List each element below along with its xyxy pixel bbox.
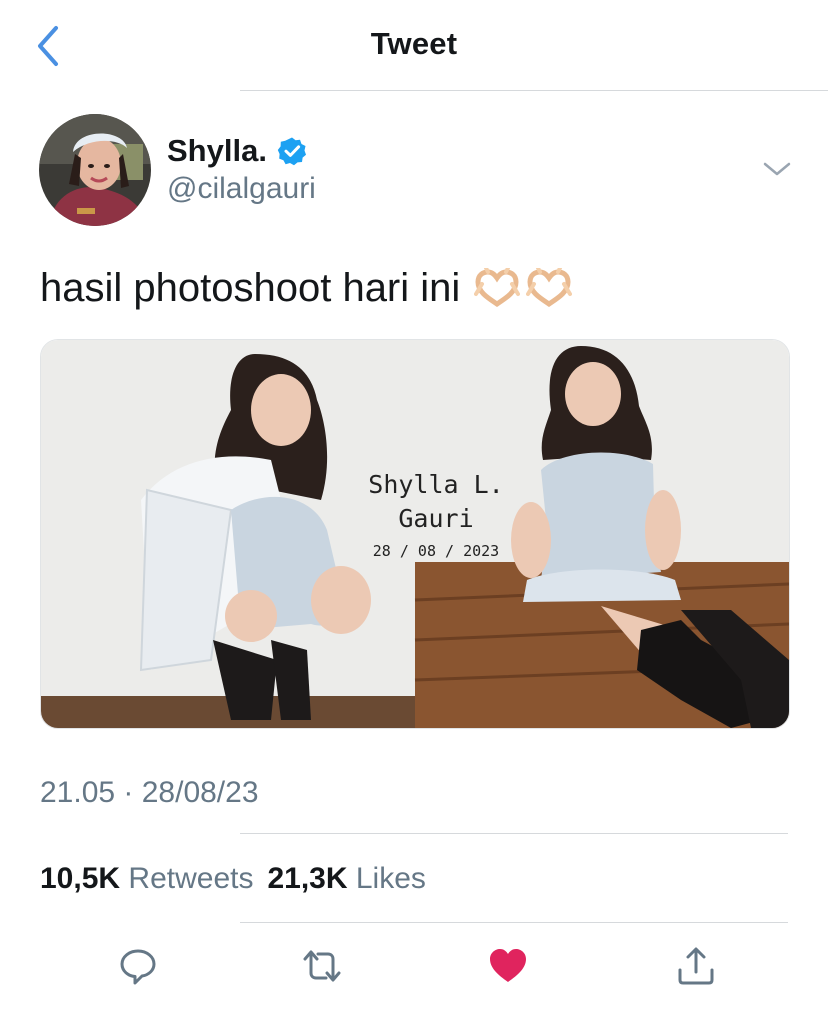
media-watermark-name: Shylla L. Gauri xyxy=(341,468,531,536)
heart-hands-emoji-icon xyxy=(526,268,573,308)
nav-bar: Tweet xyxy=(0,0,828,92)
retweets-label: Retweets xyxy=(128,862,254,895)
retweet-icon[interactable] xyxy=(302,946,342,986)
tweet-media[interactable]: Shylla L. Gauri 28 / 08 / 2023 xyxy=(40,339,790,729)
page-title: Tweet xyxy=(370,26,458,61)
nav-divider xyxy=(240,90,828,91)
heart-hands-emoji-icon xyxy=(474,268,521,308)
avatar[interactable] xyxy=(39,114,151,226)
divider xyxy=(240,833,788,834)
share-icon[interactable] xyxy=(676,946,716,986)
tweet-stats: 10,5K Retweets 21,3K Likes xyxy=(40,862,426,896)
likes-stat[interactable]: 21,3K Likes xyxy=(267,862,425,896)
verified-badge-icon xyxy=(277,137,306,166)
author-display-name: Shylla. xyxy=(167,133,267,168)
media-watermark-date: 28 / 08 / 2023 xyxy=(372,542,500,560)
tweet-text-content: hasil photoshoot hari ini xyxy=(40,266,461,310)
chevron-down-icon[interactable] xyxy=(760,154,794,184)
divider xyxy=(240,922,788,923)
author-name-row[interactable]: Shylla. xyxy=(167,133,307,169)
likes-count: 21,3K xyxy=(267,862,348,895)
retweets-count: 10,5K xyxy=(40,862,121,895)
watermark-line1: Shylla L. xyxy=(368,470,504,499)
watermark-line2: Gauri xyxy=(398,504,474,533)
retweets-stat[interactable]: 10,5K Retweets xyxy=(40,862,253,896)
like-icon[interactable] xyxy=(488,946,528,986)
author-handle[interactable]: @cilalgauri xyxy=(167,172,316,206)
tweet-timestamp: 21.05 · 28/08/23 xyxy=(40,776,259,809)
reply-icon[interactable] xyxy=(118,946,158,986)
tweet-text: hasil photoshoot hari ini xyxy=(40,264,573,312)
likes-label: Likes xyxy=(355,862,426,895)
